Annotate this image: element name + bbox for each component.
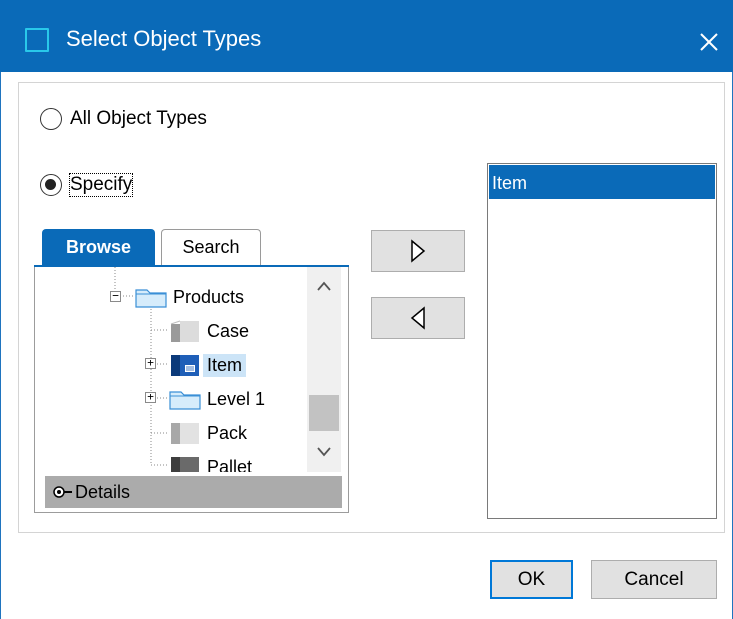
pack-icon bbox=[171, 423, 199, 444]
ok-button[interactable]: OK bbox=[490, 560, 573, 599]
tree-node-label: Products bbox=[173, 286, 245, 307]
browse-tree-panel: − Products Case + Item + Level 1 Pack Pa… bbox=[34, 267, 349, 513]
scroll-down-button[interactable] bbox=[307, 437, 341, 467]
expand-details-icon bbox=[53, 486, 72, 498]
right-triangle-icon bbox=[411, 239, 426, 263]
case-icon bbox=[170, 320, 199, 342]
pallet-icon bbox=[171, 457, 199, 472]
cancel-button[interactable]: Cancel bbox=[591, 560, 717, 599]
tree-node-case[interactable]: Case bbox=[169, 317, 253, 345]
chevron-up-icon bbox=[317, 281, 331, 291]
all-object-types-option[interactable]: All Object Types bbox=[40, 108, 207, 130]
selected-types-list[interactable]: Item bbox=[487, 163, 717, 519]
tree-node-label: Item bbox=[203, 353, 247, 377]
tab-browse[interactable]: Browse bbox=[42, 229, 155, 265]
folder-icon bbox=[135, 289, 167, 308]
add-to-selection-button[interactable] bbox=[371, 230, 465, 272]
tree-node-pack[interactable]: Pack bbox=[169, 419, 251, 447]
details-expander[interactable]: Details bbox=[45, 476, 342, 508]
chevron-down-icon bbox=[317, 447, 331, 457]
close-icon bbox=[700, 33, 718, 51]
tree-vertical-scrollbar[interactable] bbox=[307, 267, 341, 472]
details-label: Details bbox=[75, 481, 131, 502]
left-triangle-icon bbox=[410, 306, 425, 330]
expand-level-1-toggle[interactable]: + bbox=[145, 391, 156, 403]
tree-node-pallet[interactable]: Pallet bbox=[169, 453, 256, 472]
remove-from-selection-button[interactable] bbox=[371, 297, 465, 339]
close-button[interactable] bbox=[692, 22, 726, 60]
tree-node-label: Pallet bbox=[207, 456, 253, 473]
window-icon bbox=[25, 28, 49, 52]
tree-node-label: Case bbox=[207, 320, 250, 341]
scroll-up-button[interactable] bbox=[307, 271, 341, 301]
specify-label: Specify bbox=[68, 173, 134, 197]
folder-icon bbox=[169, 391, 201, 410]
all-object-types-label: All Object Types bbox=[70, 108, 207, 129]
collapse-products-toggle[interactable]: − bbox=[110, 290, 121, 302]
list-item[interactable]: Item bbox=[489, 165, 715, 199]
tree-node-item[interactable]: Item bbox=[169, 351, 247, 379]
specify-radio[interactable] bbox=[40, 174, 62, 196]
scroll-thumb[interactable] bbox=[309, 395, 339, 431]
tab-search[interactable]: Search bbox=[161, 229, 261, 265]
title-bar: Select Object Types bbox=[0, 0, 733, 72]
expand-item-toggle[interactable]: + bbox=[145, 357, 156, 369]
item-icon bbox=[171, 355, 199, 376]
tree-node-label: Pack bbox=[207, 422, 248, 443]
window-title: Select Object Types bbox=[66, 26, 262, 51]
tree-node-label: Level 1 bbox=[207, 388, 266, 409]
specify-option[interactable]: Specify bbox=[40, 173, 134, 197]
tree-node-products[interactable]: Products bbox=[135, 283, 248, 311]
tree-node-level-1[interactable]: Level 1 bbox=[169, 385, 269, 413]
all-object-types-radio[interactable] bbox=[40, 108, 62, 130]
object-type-tree[interactable]: − Products Case + Item + Level 1 Pack Pa… bbox=[35, 267, 307, 472]
